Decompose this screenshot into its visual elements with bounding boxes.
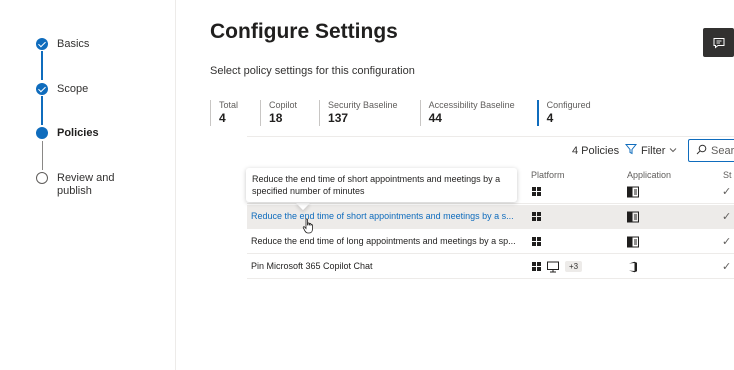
step-policies[interactable]: Policies xyxy=(36,127,127,140)
stat-total[interactable]: Total 4 xyxy=(210,100,238,126)
windows-icon xyxy=(532,262,542,272)
step-complete-icon xyxy=(36,83,48,95)
policy-name[interactable]: Pin Microsoft 365 Copilot Chat xyxy=(251,261,373,271)
stat-label: Copilot xyxy=(269,100,298,110)
stat-label: Security Baseline xyxy=(328,100,398,110)
filter-button[interactable]: Filter xyxy=(624,143,677,158)
hand-cursor-icon xyxy=(302,218,313,234)
access-icon xyxy=(627,186,639,198)
step-connector xyxy=(41,96,43,125)
step-label: Policies xyxy=(57,127,99,139)
step-scope[interactable]: Scope xyxy=(36,83,127,96)
stat-value: 137 xyxy=(328,111,349,125)
column-header-platform[interactable]: Platform xyxy=(531,170,565,180)
stat-label: Total xyxy=(219,100,239,110)
stat-value: 4 xyxy=(546,111,554,125)
policy-count: 4 Policies xyxy=(572,145,620,157)
chevron-down-icon xyxy=(669,146,677,156)
filter-label: Filter xyxy=(641,144,666,157)
status-check-icon: ✓ xyxy=(722,211,732,223)
page-title: Configure Settings xyxy=(210,20,398,43)
tooltip: Reduce the end time of short appointment… xyxy=(246,168,517,202)
monitor-icon xyxy=(547,261,559,273)
column-header-status[interactable]: St xyxy=(723,170,732,180)
windows-icon xyxy=(532,212,542,222)
search-icon xyxy=(696,144,707,158)
column-header-application[interactable]: Application xyxy=(627,170,671,180)
search-input[interactable]: Sear xyxy=(688,139,734,162)
page-subtitle: Select policy settings for this configur… xyxy=(210,65,415,77)
stat-configured[interactable]: Configured 4 xyxy=(536,100,591,126)
search-placeholder: Sear xyxy=(711,144,734,157)
stat-label: Accessibility Baseline xyxy=(428,100,515,110)
step-label: Scope xyxy=(57,83,89,95)
step-basics[interactable]: Basics xyxy=(36,38,127,51)
stat-value: 18 xyxy=(269,111,283,125)
table-row-selected[interactable]: Reduce the end time of short appointment… xyxy=(247,205,734,229)
filter-icon xyxy=(624,143,638,158)
more-platforms-badge[interactable]: +3 xyxy=(565,261,583,272)
windows-icon xyxy=(532,187,542,197)
status-check-icon: ✓ xyxy=(722,186,732,198)
feedback-button[interactable] xyxy=(703,28,734,57)
stat-label: Configured xyxy=(546,100,591,110)
table-row[interactable]: Pin Microsoft 365 Copilot Chat +3 ✓ xyxy=(247,255,734,279)
step-label: Review and publish xyxy=(57,172,115,197)
divider xyxy=(247,136,734,137)
stat-value: 44 xyxy=(428,111,442,125)
step-connector xyxy=(41,141,43,170)
policy-name[interactable]: Reduce the end time of long appointments… xyxy=(251,236,516,246)
windows-icon xyxy=(532,237,542,247)
stat-security-baseline[interactable]: Security Baseline 137 xyxy=(319,100,398,126)
step-connector xyxy=(41,51,43,80)
status-check-icon: ✓ xyxy=(722,236,732,248)
status-check-icon: ✓ xyxy=(722,261,732,273)
stat-copilot[interactable]: Copilot 18 xyxy=(260,100,297,126)
access-icon xyxy=(627,236,639,248)
stat-value: 4 xyxy=(219,111,226,125)
feedback-icon xyxy=(713,37,724,49)
step-review-publish[interactable]: Review and publish xyxy=(36,172,127,198)
step-label: Basics xyxy=(57,38,90,50)
policy-stats: Total 4 Copilot 18 Security Baseline 137… xyxy=(210,100,613,126)
stat-accessibility-baseline[interactable]: Accessibility Baseline 44 xyxy=(419,100,515,126)
wizard-stepper: Basics Scope Policies Review and publish xyxy=(0,0,176,370)
policy-name-link[interactable]: Reduce the end time of short appointment… xyxy=(251,211,514,221)
step-current-icon xyxy=(36,127,48,139)
step-pending-icon xyxy=(36,172,48,184)
office-icon xyxy=(629,261,637,273)
step-complete-icon xyxy=(36,38,48,50)
access-icon xyxy=(627,211,639,223)
table-row[interactable]: Reduce the end time of long appointments… xyxy=(247,230,734,254)
